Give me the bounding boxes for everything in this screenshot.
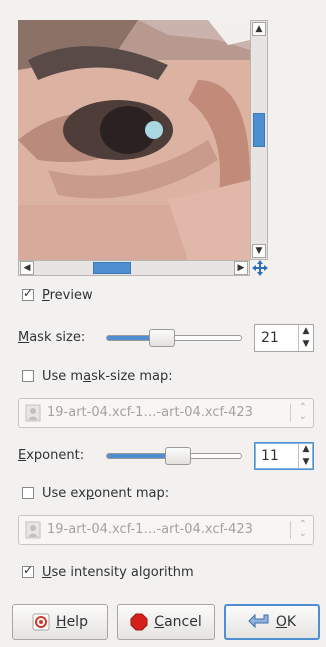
scroll-right-icon[interactable]: ▶	[234, 261, 248, 275]
exponent-slider-handle[interactable]	[165, 447, 191, 465]
cancel-label: Cancel	[154, 614, 202, 630]
image-icon	[25, 521, 41, 539]
use-mask-map-toggle[interactable]: Use mask-size map:	[22, 366, 173, 386]
exponent-value[interactable]: 11	[261, 448, 279, 464]
use-mask-map-label: Use mask-size map:	[42, 368, 173, 384]
return-arrow-icon	[248, 613, 269, 629]
scroll-left-icon[interactable]: ◀	[20, 261, 34, 275]
mask-size-slider-handle[interactable]	[149, 329, 175, 347]
exponent-map-combo[interactable]: 19-art-04.xcf-1…-art-04.xcf-423 ⌃ ⌄	[18, 515, 314, 545]
exponent-map-value: 19-art-04.xcf-1…-art-04.xcf-423	[47, 522, 253, 537]
use-exponent-map-checkbox[interactable]	[22, 487, 34, 499]
increment-icon[interactable]: ▲	[299, 443, 313, 456]
mask-size-label: Mask size:	[18, 330, 86, 345]
preview-label: Preview	[42, 287, 93, 303]
use-intensity-toggle[interactable]: Use intensity algorithm	[22, 562, 194, 582]
help-icon	[32, 613, 50, 631]
use-intensity-label: Use intensity algorithm	[42, 564, 194, 580]
combo-arrows-icon: ⌃ ⌄	[298, 519, 307, 539]
navigate-preview-icon[interactable]	[252, 260, 268, 276]
mask-size-spinbox[interactable]: 21 ▲ ▼	[254, 324, 314, 352]
stop-icon	[130, 613, 148, 631]
mask-size-slider[interactable]	[106, 329, 242, 347]
increment-icon[interactable]: ▲	[299, 325, 313, 338]
use-exponent-map-label: Use exponent map:	[42, 485, 170, 501]
mask-map-value: 19-art-04.xcf-1…-art-04.xcf-423	[47, 405, 253, 420]
decrement-icon[interactable]: ▼	[299, 338, 313, 351]
horizontal-scroll-thumb[interactable]	[93, 262, 131, 274]
preview-image[interactable]	[18, 20, 250, 260]
mask-map-combo[interactable]: 19-art-04.xcf-1…-art-04.xcf-423 ⌃ ⌄	[18, 398, 314, 428]
combo-separator	[290, 521, 291, 539]
cancel-button[interactable]: Cancel	[117, 604, 215, 640]
preview-checkbox[interactable]	[22, 286, 34, 301]
ok-button[interactable]: OK	[224, 604, 320, 640]
vertical-scroll-thumb[interactable]	[253, 113, 265, 147]
use-intensity-checkbox[interactable]	[22, 563, 34, 578]
help-label: Help	[56, 614, 88, 630]
exponent-spinbox[interactable]: 11 ▲ ▼	[254, 442, 314, 470]
preview-toggle[interactable]: Preview	[22, 285, 93, 305]
preview-horizontal-scrollbar[interactable]: ◀ ▶	[18, 260, 250, 276]
use-exponent-map-toggle[interactable]: Use exponent map:	[22, 483, 169, 503]
help-button[interactable]: Help	[12, 604, 108, 640]
preview-vertical-scrollbar[interactable]: ▲ ▼	[250, 20, 268, 260]
use-mask-map-checkbox[interactable]	[22, 370, 34, 382]
mask-size-value[interactable]: 21	[261, 330, 279, 346]
ok-label: OK	[275, 614, 297, 630]
scroll-up-icon[interactable]: ▲	[252, 22, 266, 36]
decrement-icon[interactable]: ▼	[299, 456, 313, 469]
exponent-slider[interactable]	[106, 447, 242, 465]
combo-separator	[290, 404, 291, 422]
exponent-label: Exponent:	[18, 448, 85, 463]
combo-arrows-icon: ⌃ ⌄	[298, 402, 307, 422]
image-icon	[25, 404, 41, 422]
scroll-down-icon[interactable]: ▼	[252, 244, 266, 258]
